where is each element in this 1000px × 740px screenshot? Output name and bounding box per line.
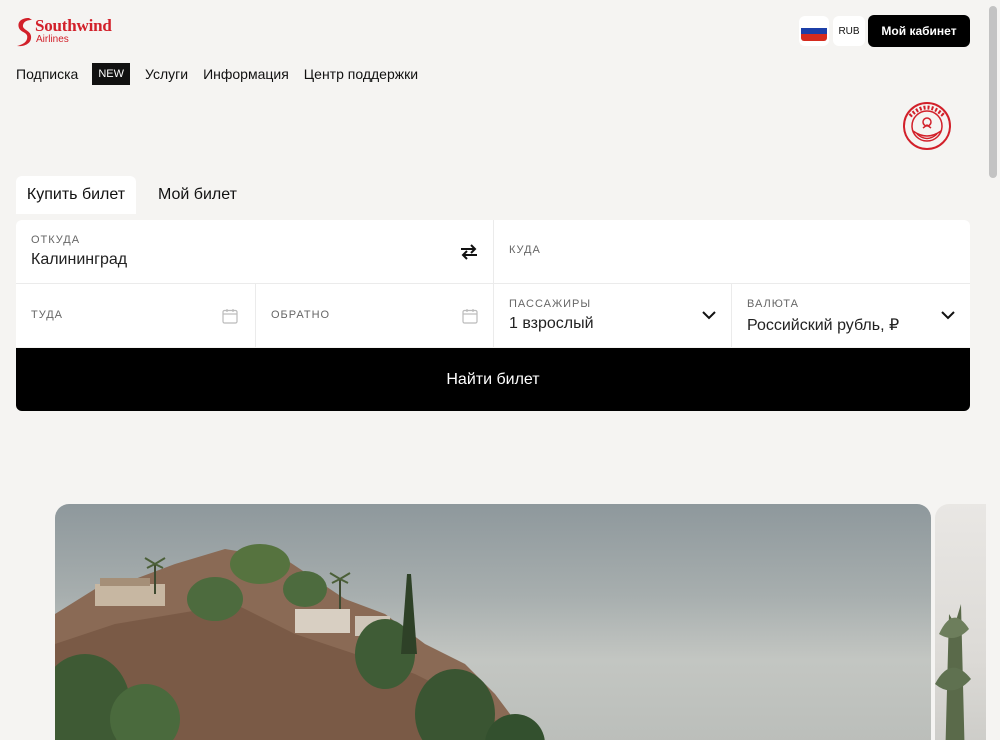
nav-services[interactable]: Услуги [145, 66, 188, 82]
to-label: Куда [509, 244, 541, 256]
coastal-landscape-image [55, 544, 545, 740]
currency-value: Российский рубль, ₽ [747, 317, 900, 334]
tab-buy-ticket[interactable]: Купить билет [16, 176, 136, 214]
brand-subtitle: Airlines [36, 34, 69, 45]
return-date-field[interactable]: Обратно [255, 284, 493, 347]
passengers-select[interactable]: Пассажиры 1 взрослый [493, 284, 731, 347]
language-flag-button[interactable] [799, 16, 829, 46]
from-field[interactable]: Откуда Калининград [16, 220, 493, 283]
nav-support-center[interactable]: Центр поддержки [304, 66, 418, 82]
chevron-down-icon [939, 306, 957, 324]
depart-date-field[interactable]: Туда [16, 284, 255, 347]
tab-my-ticket[interactable]: Мой билет [158, 176, 237, 214]
return-label: Обратно [271, 309, 331, 321]
booking-form: Откуда Калининград Куда Туда Обратно [16, 220, 970, 347]
my-cabinet-button[interactable]: Мой кабинет [868, 15, 970, 47]
scrollbar-thumb[interactable] [989, 6, 997, 178]
new-badge: NEW [92, 63, 131, 85]
southwind-logo[interactable]: Southwind Airlines [15, 14, 125, 50]
brand-name: Southwind [35, 16, 112, 35]
currency-select[interactable]: Валюта Российский рубль, ₽ [731, 284, 970, 347]
logo-mark-icon [17, 18, 32, 47]
swap-direction-icon[interactable] [457, 241, 481, 263]
passengers-value: 1 взрослый [509, 315, 594, 332]
main-nav: Подписка NEW Услуги Информация Центр под… [16, 62, 418, 86]
passengers-label: Пассажиры [509, 298, 592, 310]
calendar-icon [460, 306, 480, 326]
nav-information[interactable]: Информация [203, 66, 289, 82]
find-ticket-button[interactable]: Найти билет [16, 348, 970, 411]
from-label: Откуда [31, 234, 81, 246]
to-field[interactable]: Куда [493, 220, 970, 283]
passenger-rights-stamp-icon[interactable] [900, 101, 954, 151]
nav-subscription[interactable]: Подписка [16, 66, 78, 82]
russian-flag-icon [801, 21, 827, 41]
chevron-down-icon [700, 306, 718, 324]
currency-switch-button[interactable]: RUB [833, 16, 865, 46]
calendar-icon [220, 306, 240, 326]
depart-label: Туда [31, 309, 63, 321]
currency-label: Валюта [747, 298, 799, 310]
from-value: Калининград [31, 251, 128, 268]
promo-banner-image[interactable] [55, 504, 931, 740]
